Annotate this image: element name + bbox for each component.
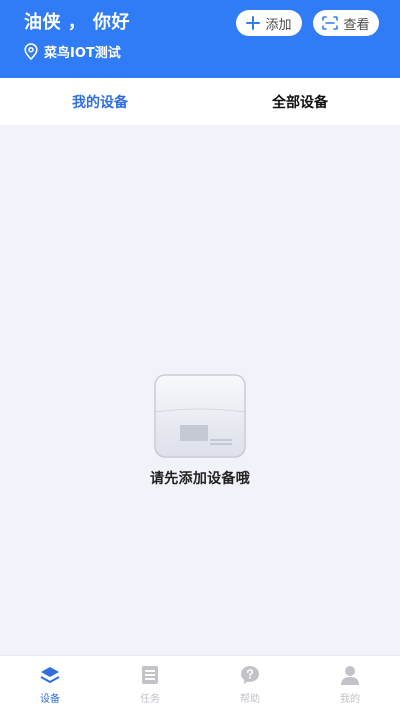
tab-my-devices[interactable]: 我的设备 <box>0 78 200 125</box>
empty-device-icon <box>154 374 246 458</box>
user-icon <box>341 666 359 685</box>
add-button-label: 添加 <box>265 17 292 33</box>
view-button[interactable]: 查看 <box>313 10 379 36</box>
plus-icon <box>246 16 261 30</box>
scan-icon <box>322 16 339 30</box>
add-button[interactable]: 添加 <box>236 10 302 36</box>
header-bar: 油侠 ， 你好 菜鸟IOT测试 添加 查看 <box>0 0 400 78</box>
empty-message: 请先添加设备哦 <box>149 471 251 487</box>
nav-item-devices[interactable]: 设备 <box>0 656 100 710</box>
view-button-label: 查看 <box>343 17 370 33</box>
nav-label-help: 帮助 <box>240 694 260 705</box>
empty-state: 请先添加设备哦 <box>0 372 400 488</box>
task-list-icon <box>142 666 158 684</box>
bottom-nav: 设备 任务 帮助 我的 <box>0 655 400 710</box>
app-screen: 油侠 ， 你好 菜鸟IOT测试 添加 查看 我的设备 全部设备 请先添加设备哦 … <box>0 0 400 710</box>
location-label: 菜鸟IOT测试 <box>44 45 121 61</box>
nav-item-me[interactable]: 我的 <box>300 656 400 710</box>
nav-label-tasks: 任务 <box>140 694 160 705</box>
location-selector[interactable]: 菜鸟IOT测试 <box>24 41 121 61</box>
nav-label-devices: 设备 <box>40 694 60 705</box>
location-pin-icon <box>24 42 38 60</box>
greeting-text: 油侠 ， 你好 <box>24 12 131 33</box>
nav-item-help[interactable]: 帮助 <box>200 656 300 710</box>
help-chat-icon <box>241 666 259 684</box>
nav-item-tasks[interactable]: 任务 <box>100 656 200 710</box>
tab-all-devices[interactable]: 全部设备 <box>200 78 400 125</box>
nav-label-me: 我的 <box>340 694 360 705</box>
layers-icon <box>40 667 60 683</box>
device-tabs: 我的设备 全部设备 <box>0 78 400 125</box>
